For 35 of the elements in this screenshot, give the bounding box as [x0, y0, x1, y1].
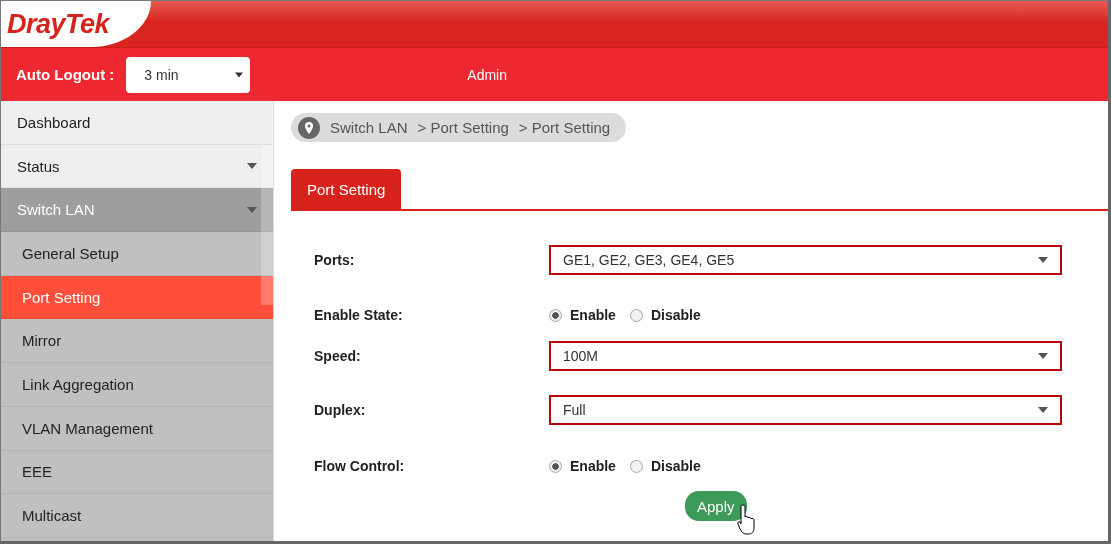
caret-icon [1038, 257, 1048, 263]
auto-logout-label: Auto Logout : [16, 66, 115, 83]
field-label: Duplex: [314, 402, 367, 418]
radio-button[interactable] [629, 459, 643, 473]
radio-label: Enable [570, 307, 616, 323]
field-label: Enable State: [314, 307, 404, 323]
field-label: Ports: [314, 252, 356, 268]
breadcrumb-item[interactable]: > Port Setting [518, 119, 611, 136]
radio-label: Disable [650, 307, 701, 323]
radio-button[interactable] [549, 459, 562, 473]
auto-logout-select[interactable]: 3 min [126, 56, 251, 93]
scrollbar[interactable] [261, 145, 273, 305]
caret-icon [1038, 407, 1048, 413]
logo: DrayTek [7, 8, 110, 40]
radio-label: Disable [650, 458, 701, 474]
select-field[interactable]: 100M [549, 341, 1062, 371]
sidebar-item[interactable]: Dashboard [1, 101, 273, 145]
radio-button[interactable] [549, 308, 562, 322]
apply-button[interactable]: Apply [685, 491, 747, 521]
caret-icon [1038, 353, 1048, 359]
tab[interactable]: Port Setting [291, 169, 402, 209]
caret-icon [247, 163, 257, 170]
radio-label: Enable [570, 458, 616, 474]
field-label: Flow Control: [314, 458, 406, 474]
caret-icon [235, 71, 244, 78]
caret-icon [247, 206, 257, 213]
breadcrumb-item[interactable]: Switch LAN [330, 119, 408, 136]
breadcrumb-item[interactable]: > Port Setting [417, 119, 509, 136]
select-field[interactable]: GE1, GE2, GE3, GE4, GE5 [549, 245, 1062, 275]
field-label: Speed: [314, 348, 362, 364]
location-pin-icon [298, 116, 320, 139]
user-name: Admin [467, 66, 507, 83]
radio-button[interactable] [629, 308, 643, 322]
sidebar-item[interactable]: Status [1, 144, 273, 189]
select-field[interactable]: Full [549, 395, 1062, 425]
